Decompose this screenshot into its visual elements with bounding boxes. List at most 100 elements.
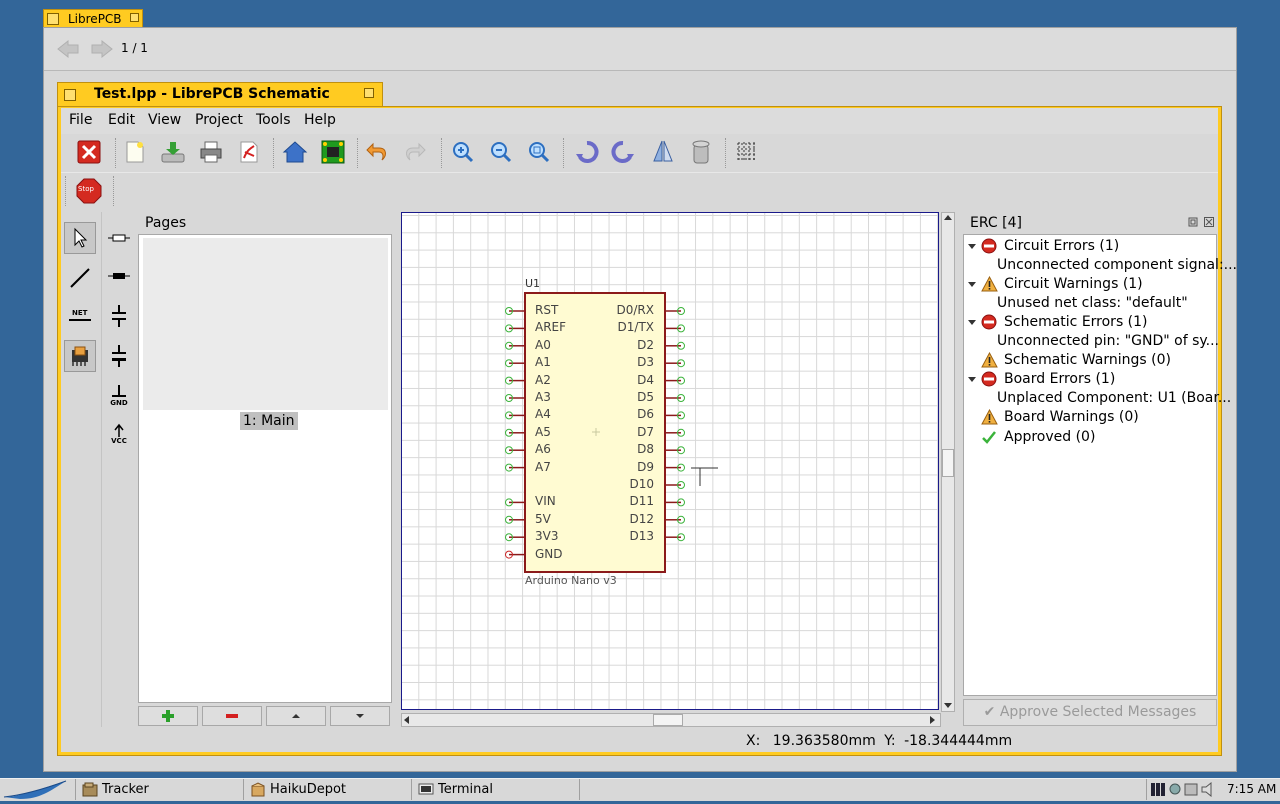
schematic-canvas[interactable]: U1 Arduino Nano v3 RST AREF A0 A1 A2 A3 A4 A5 A6… [401,212,939,710]
draw-wire-tool-button[interactable] [64,262,96,294]
scroll-down-icon[interactable] [944,703,952,709]
canvas-horizontal-scrollbar[interactable] [401,713,941,727]
erc-category-label: Board Errors (1) [1004,371,1116,387]
undo-icon[interactable] [361,136,393,168]
menu-edit[interactable]: Edit [108,112,135,128]
horizontal-scroll-thumb[interactable] [653,714,683,726]
move-page-up-button[interactable] [266,706,326,726]
pin-label: GND [535,546,563,561]
move-page-down-button[interactable] [330,706,390,726]
rotate-cw-icon[interactable] [607,136,639,168]
erc-message[interactable]: Unconnected pin: "GND" of sy... [997,333,1219,349]
volume-icon[interactable] [1200,782,1216,797]
grid-properties-icon[interactable] [731,136,763,168]
menu-help[interactable]: Help [304,112,336,128]
add-gnd-symbol-button[interactable]: GND [103,380,135,412]
rotate-ccw-icon[interactable] [571,136,603,168]
mirror-icon[interactable] [647,136,679,168]
vertical-scroll-thumb[interactable] [942,449,954,477]
deskbar-menu-button[interactable] [0,779,76,800]
control-panel-home-icon[interactable] [279,136,311,168]
wire-icon [70,268,90,288]
zoom-out-icon[interactable] [485,136,517,168]
taskbar-item-haikudepot[interactable]: HaikuDepot [244,779,412,800]
media-icon[interactable] [1184,782,1198,797]
new-sheet-icon[interactable] [119,136,151,168]
expand-arrow-icon[interactable] [968,282,976,287]
add-page-button[interactable] [138,706,198,726]
gnd-label: GND [110,399,128,407]
erc-category[interactable]: Circuit Errors (1) [967,238,1119,254]
zoom-in-icon[interactable] [447,136,479,168]
forward-arrow-icon[interactable] [90,39,114,59]
add-netlabel-tool-button[interactable]: NET [64,300,96,332]
plus-icon [162,710,174,722]
erc-category[interactable]: Circuit Warnings (1) [967,275,1143,292]
add-vcc-symbol-button[interactable]: VCC [103,418,135,450]
menu-project[interactable]: Project [195,112,243,128]
command-toolbar: Stop [61,172,1218,209]
page-item-label[interactable]: 1: Main [240,412,298,430]
add-component-tool-button[interactable] [64,340,96,372]
components-toolbar: GND VCC [101,212,138,727]
resistor-filled-icon [108,273,130,279]
taskbar-item-terminal[interactable]: Terminal [412,779,580,800]
window-zoom-box[interactable] [364,88,374,98]
pin-label: A7 [535,459,551,474]
warning-icon [981,351,998,372]
editor-window-tab[interactable]: Test.lpp - LibrePCB Schematic Editor [57,82,383,124]
erc-message[interactable]: Unplaced Component: U1 (Boar... [997,390,1231,406]
redo-icon[interactable] [399,136,431,168]
cpu-monitor-icon[interactable] [1150,782,1166,797]
add-polarized-capacitor-button[interactable] [103,340,135,372]
window-zoom-box[interactable] [130,13,139,22]
expand-arrow-icon[interactable] [968,244,976,249]
approve-selected-messages-button[interactable]: ✔ Approve Selected Messages [963,699,1217,726]
zoom-all-icon[interactable] [523,136,555,168]
scroll-right-icon[interactable] [930,716,936,724]
add-bipolar-resistor-button[interactable] [103,260,135,292]
remove-page-button[interactable] [202,706,262,726]
erc-category[interactable]: Schematic Errors (1) [967,314,1148,330]
print-icon[interactable] [195,136,227,168]
erc-category[interactable]: Board Errors (1) [967,371,1115,387]
menu-tools[interactable]: Tools [256,112,291,128]
background-window-tab[interactable]: LibrePCB [43,9,143,27]
save-icon[interactable] [157,136,189,168]
erc-message[interactable]: Unused net class: "default" [997,295,1188,311]
erc-message-text: Unconnected pin: "GND" of sy... [997,333,1220,349]
window-close-box[interactable] [47,13,59,25]
erc-category[interactable]: Approved (0) [967,429,1095,445]
stop-button[interactable]: Stop [73,175,105,207]
menu-view[interactable]: View [148,112,181,128]
menu-file[interactable]: File [69,112,92,128]
export-pdf-icon[interactable] [233,136,265,168]
add-capacitor-button[interactable] [103,300,135,332]
taskbar-item-tracker[interactable]: Tracker [76,779,244,800]
close-panel-icon[interactable] [1204,217,1214,227]
window-close-box[interactable] [64,89,76,101]
pin-label: D1/TX [617,320,654,335]
float-panel-icon[interactable] [1188,217,1198,227]
remove-trash-icon[interactable] [685,136,717,168]
scroll-up-icon[interactable] [944,215,952,221]
add-resistor-button[interactable] [103,222,135,254]
page-thumbnail[interactable] [143,238,388,410]
system-tray: 7:15 AM [1146,779,1280,800]
clock[interactable]: 7:15 AM [1227,782,1276,796]
canvas-vertical-scrollbar[interactable] [941,212,955,712]
erc-message-text: Unused net class: "default" [997,295,1188,311]
close-project-icon[interactable] [73,136,105,168]
expand-arrow-icon[interactable] [968,320,976,325]
select-tool-button[interactable] [64,222,96,254]
expand-arrow-icon[interactable] [968,377,976,382]
back-arrow-icon[interactable] [56,39,80,59]
erc-category[interactable]: Schematic Warnings (0) [967,351,1171,368]
erc-category-label: Circuit Errors (1) [1004,238,1120,254]
scroll-left-icon[interactable] [404,716,410,724]
erc-category[interactable]: Board Warnings (0) [967,408,1139,425]
erc-category-label: Board Warnings (0) [1004,409,1139,425]
network-icon[interactable] [1168,782,1182,797]
erc-message[interactable]: Unconnected component signal:... [997,257,1237,273]
switch-to-board-icon[interactable] [317,136,349,168]
